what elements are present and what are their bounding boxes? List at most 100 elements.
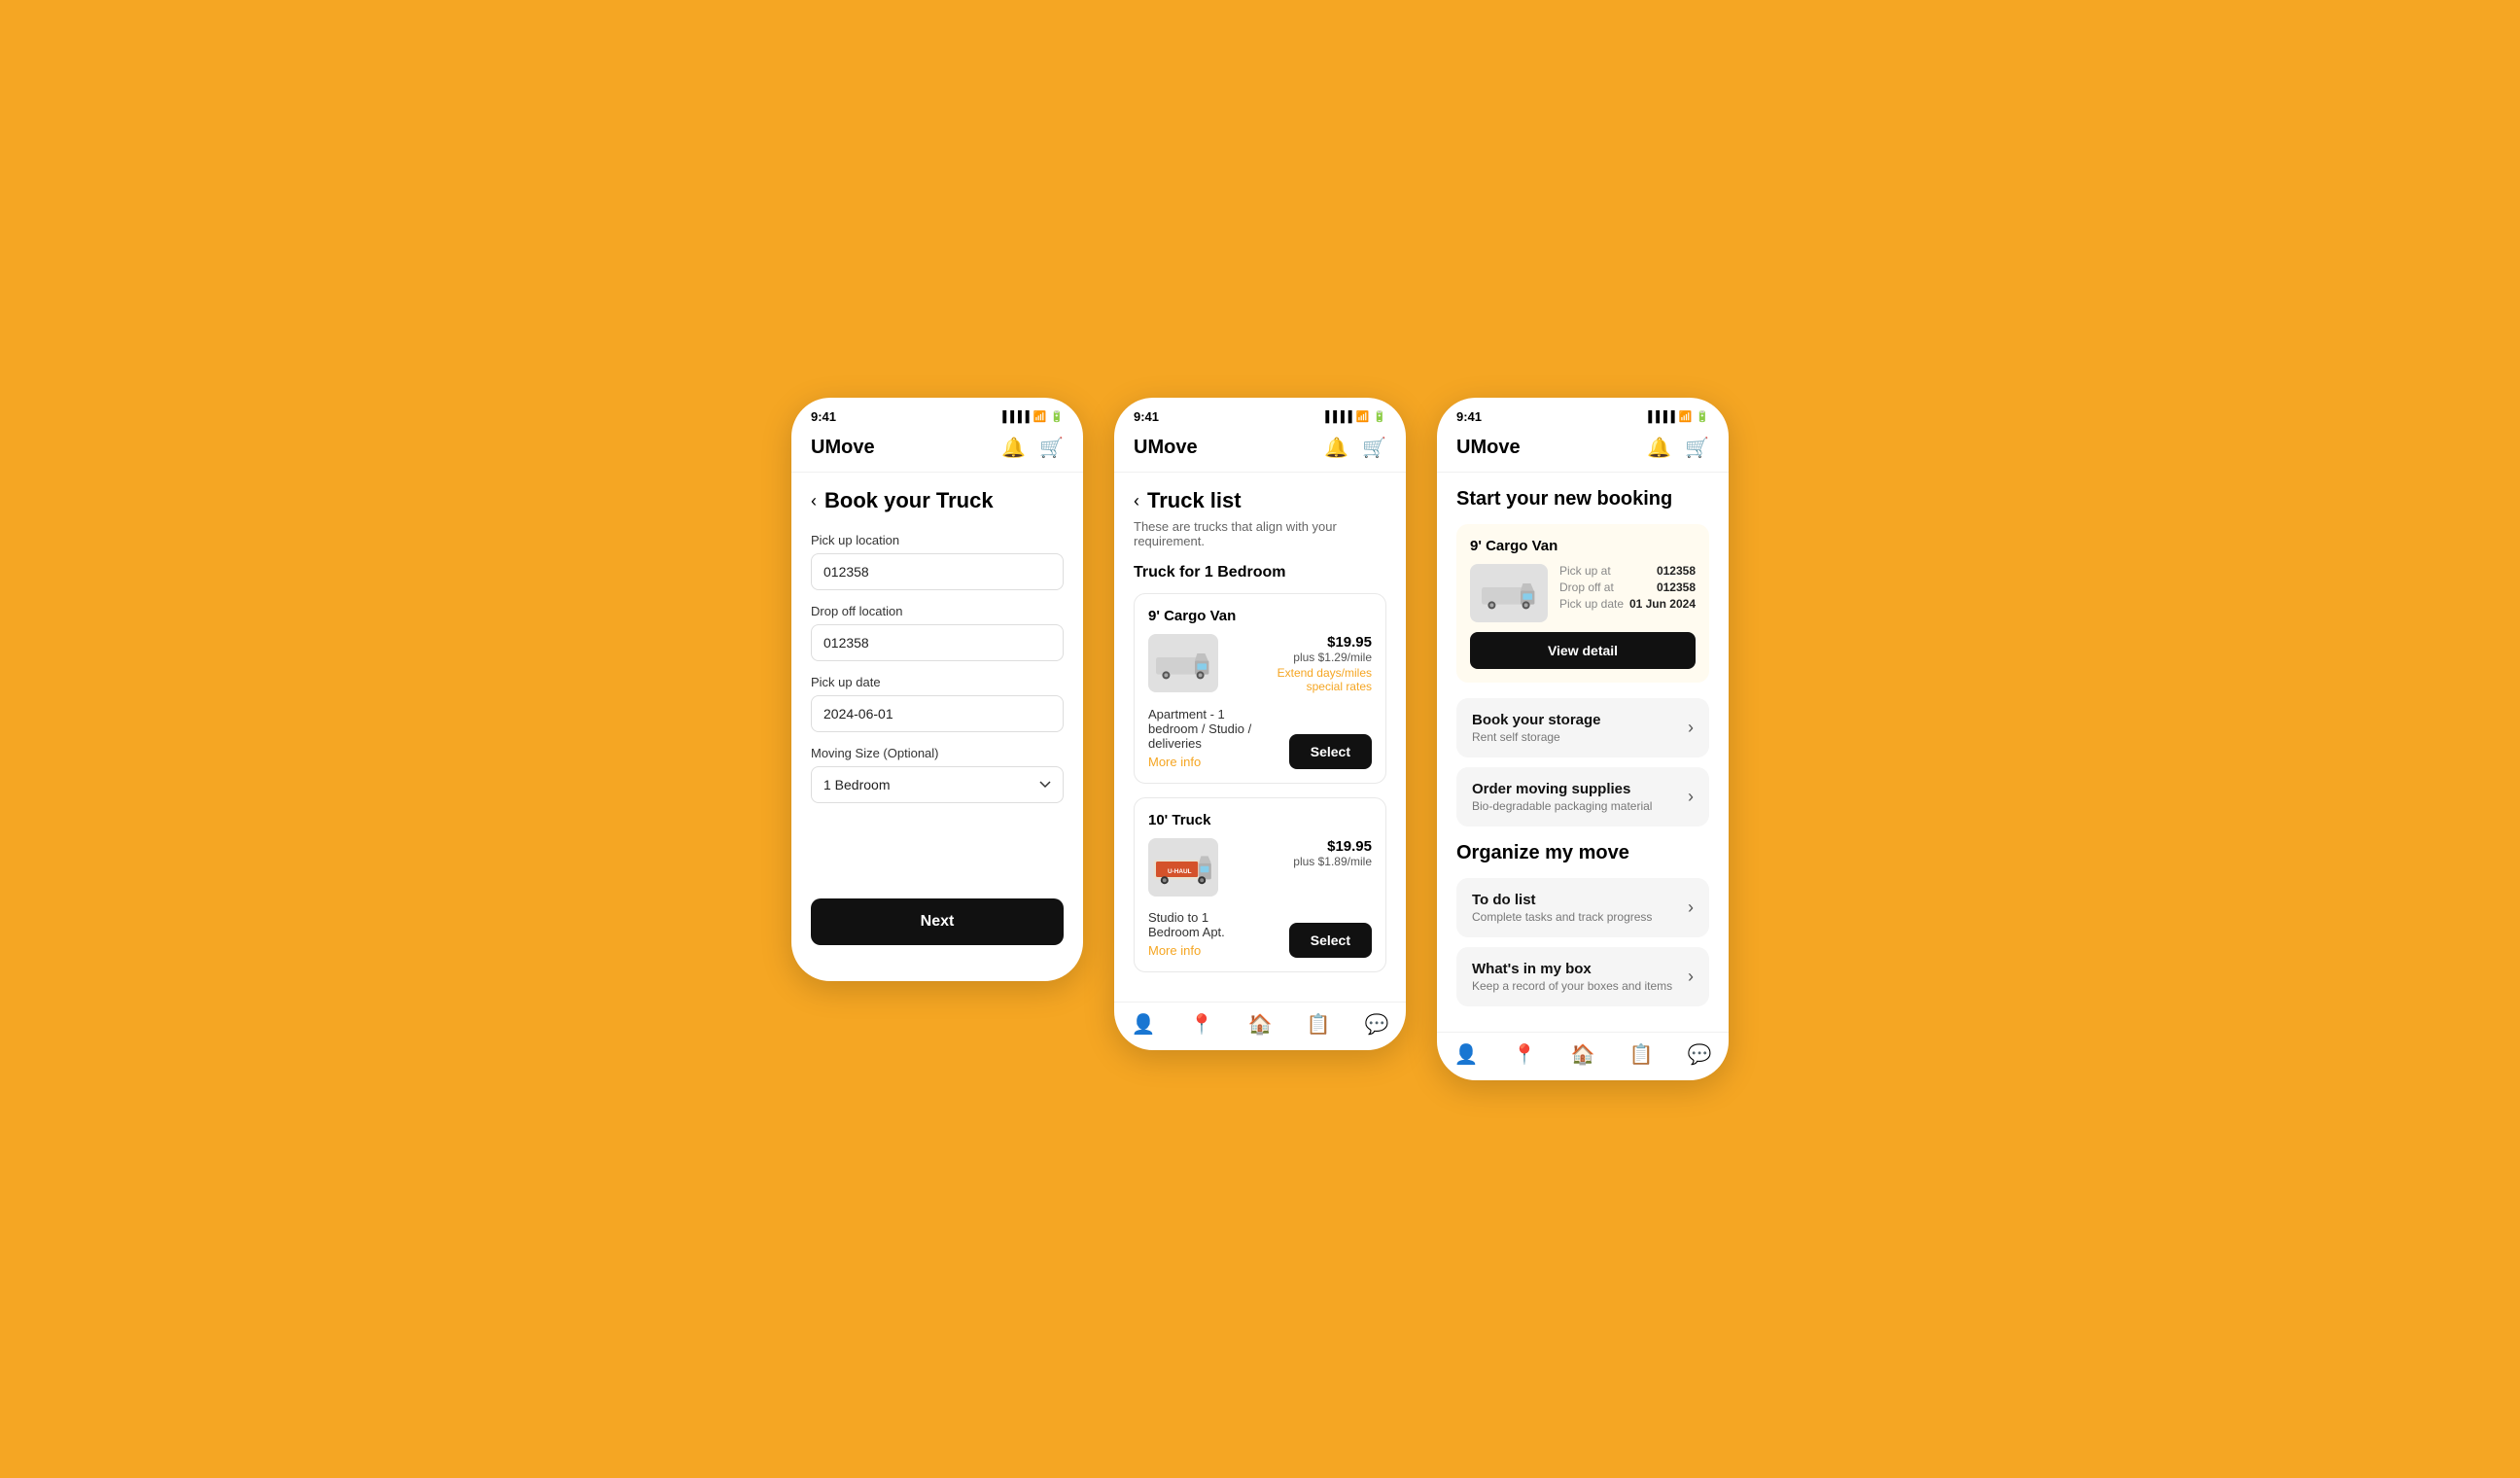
bottom-nav-location-3[interactable]: 📍 — [1513, 1042, 1537, 1067]
battery-icon-3: 🔋 — [1696, 410, 1709, 423]
truck-price-sub-1: plus $1.89/mile — [1293, 855, 1372, 868]
time-1: 9:41 — [811, 409, 836, 424]
menu-item-storage-sub: Rent self storage — [1472, 730, 1601, 744]
menu-item-todo-title: To do list — [1472, 892, 1652, 908]
menu-item-todo-sub: Complete tasks and track progress — [1472, 910, 1652, 924]
app-name-2: UMove — [1134, 437, 1198, 459]
phone2-content: ‹ Truck list These are trucks that align… — [1114, 473, 1406, 1002]
back-arrow-2[interactable]: ‹ — [1134, 491, 1139, 511]
bottom-nav-home-3[interactable]: 🏠 — [1571, 1042, 1595, 1067]
cart-icon-2[interactable]: 🛒 — [1362, 436, 1386, 460]
menu-item-box[interactable]: What's in my box Keep a record of your b… — [1456, 947, 1709, 1006]
back-arrow-1[interactable]: ‹ — [811, 491, 817, 511]
bell-icon-1[interactable]: 🔔 — [1001, 436, 1026, 460]
more-info-0[interactable]: More info — [1148, 755, 1251, 769]
bell-icon-2[interactable]: 🔔 — [1324, 436, 1348, 460]
bottom-nav-chat-3[interactable]: 💬 — [1688, 1042, 1712, 1067]
booking-truck-svg — [1478, 570, 1540, 616]
moving-size-group: Moving Size (Optional) 1 Bedroom Studio … — [811, 746, 1064, 803]
truck-price-extend-0: Extend days/milesspecial rates — [1278, 666, 1372, 693]
menu-item-box-left: What's in my box Keep a record of your b… — [1472, 961, 1672, 993]
truck-desc-block-1: Studio to 1Bedroom Apt. More info — [1148, 904, 1225, 958]
price-row-0: $19.95 plus $1.29/mile Extend days/miles… — [1230, 634, 1372, 693]
page-header-1: ‹ Book your Truck — [811, 488, 1064, 513]
trucks-section-title: Truck for 1 Bedroom — [1134, 564, 1386, 581]
menu-item-storage-left: Book your storage Rent self storage — [1472, 712, 1601, 744]
pickup-location-group: Pick up location — [811, 533, 1064, 590]
truck-card-1: 10' Truck U-HAUL — [1134, 797, 1386, 972]
section2-title: Organize my move — [1456, 842, 1709, 864]
truck-desc-0: Apartment - 1bedroom / Studio /deliverie… — [1148, 707, 1251, 751]
phone-1: 9:41 ▐▐▐▐ 📶 🔋 UMove 🔔 🛒 ‹ Book your Truc… — [791, 398, 1083, 981]
battery-icon: 🔋 — [1050, 410, 1064, 423]
bottom-nav-profile-3[interactable]: 👤 — [1454, 1042, 1479, 1067]
time-3: 9:41 — [1456, 409, 1482, 424]
booking-card-body: Pick up at 012358 Drop off at 012358 Pic… — [1470, 564, 1696, 622]
bottom-nav-tasks-3[interactable]: 📋 — [1629, 1042, 1654, 1067]
truck-price-main-1: $19.95 — [1327, 838, 1372, 855]
bottom-nav-chat-2[interactable]: 💬 — [1365, 1012, 1389, 1037]
truck-svg-1: U-HAUL — [1152, 844, 1214, 891]
menu-item-storage-title: Book your storage — [1472, 712, 1601, 728]
dropoff-at-row: Drop off at 012358 — [1559, 581, 1696, 594]
status-icons-3: ▐▐▐▐ 📶 🔋 — [1644, 410, 1709, 423]
moving-size-select[interactable]: 1 Bedroom Studio 2 Bedroom 3 Bedroom — [811, 766, 1064, 803]
truck-list-header: ‹ Truck list — [1134, 488, 1386, 513]
menu-item-todo[interactable]: To do list Complete tasks and track prog… — [1456, 878, 1709, 937]
status-bar-3: 9:41 ▐▐▐▐ 📶 🔋 — [1437, 398, 1729, 428]
phone1-content: ‹ Book your Truck Pick up location Drop … — [791, 473, 1083, 981]
pickup-date-row: Pick up date 01 Jun 2024 — [1559, 597, 1696, 611]
truck-image-0 — [1148, 634, 1218, 692]
cart-icon-1[interactable]: 🛒 — [1039, 436, 1064, 460]
wifi-icon: 📶 — [1033, 410, 1047, 423]
price-row-1: $19.95 plus $1.89/mile — [1230, 838, 1372, 868]
menu-item-box-title: What's in my box — [1472, 961, 1672, 977]
dropoff-location-label: Drop off location — [811, 604, 1064, 618]
phone3-content: Start your new booking 9' Cargo Van — [1437, 473, 1729, 1032]
menu-item-supplies[interactable]: Order moving supplies Bio-degradable pac… — [1456, 767, 1709, 827]
bell-icon-3[interactable]: 🔔 — [1647, 436, 1671, 460]
more-info-1[interactable]: More info — [1148, 943, 1225, 958]
chevron-right-todo: › — [1688, 897, 1694, 918]
truck-card-footer-0: Apartment - 1bedroom / Studio /deliverie… — [1148, 701, 1372, 769]
menu-item-supplies-title: Order moving supplies — [1472, 781, 1652, 797]
truck-name-0: 9' Cargo Van — [1148, 608, 1372, 624]
pickup-date-value-3: 01 Jun 2024 — [1629, 597, 1696, 611]
pickup-date-group: Pick up date — [811, 675, 1064, 732]
chevron-right-supplies: › — [1688, 787, 1694, 807]
pickup-date-input[interactable] — [811, 695, 1064, 732]
wifi-icon-2: 📶 — [1356, 410, 1370, 423]
menu-item-storage[interactable]: Book your storage Rent self storage › — [1456, 698, 1709, 757]
signal-icon-3: ▐▐▐▐ — [1644, 411, 1674, 423]
pickup-date-label-3: Pick up date — [1559, 597, 1624, 611]
bottom-nav-location-2[interactable]: 📍 — [1190, 1012, 1214, 1037]
dropoff-at-value: 012358 — [1657, 581, 1696, 594]
dropoff-location-group: Drop off location — [811, 604, 1064, 661]
cart-icon-3[interactable]: 🛒 — [1685, 436, 1709, 460]
pickup-location-label: Pick up location — [811, 533, 1064, 547]
dropoff-location-input[interactable] — [811, 624, 1064, 661]
bottom-nav-tasks-2[interactable]: 📋 — [1307, 1012, 1331, 1037]
pickup-date-label: Pick up date — [811, 675, 1064, 689]
next-button[interactable]: Next — [811, 898, 1064, 945]
nav-icons-3: 🔔 🛒 — [1647, 436, 1709, 460]
bottom-nav-2: 👤 📍 🏠 📋 💬 — [1114, 1002, 1406, 1050]
truck-card-footer-1: Studio to 1Bedroom Apt. More info Select — [1148, 904, 1372, 958]
nav-bar-3: UMove 🔔 🛒 — [1437, 428, 1729, 473]
wifi-icon-3: 📶 — [1679, 410, 1693, 423]
menu-item-todo-left: To do list Complete tasks and track prog… — [1472, 892, 1652, 924]
pickup-location-input[interactable] — [811, 553, 1064, 590]
select-button-1[interactable]: Select — [1289, 923, 1372, 958]
bottom-nav-home-2[interactable]: 🏠 — [1248, 1012, 1273, 1037]
nav-icons-1: 🔔 🛒 — [1001, 436, 1064, 460]
select-button-0[interactable]: Select — [1289, 734, 1372, 769]
dropoff-at-label: Drop off at — [1559, 581, 1614, 594]
bottom-nav-profile-2[interactable]: 👤 — [1132, 1012, 1156, 1037]
booking-card: 9' Cargo Van — [1456, 524, 1709, 683]
phones-container: 9:41 ▐▐▐▐ 📶 🔋 UMove 🔔 🛒 ‹ Book your Truc… — [791, 398, 1729, 1080]
view-detail-button[interactable]: View detail — [1470, 632, 1696, 669]
nav-bar-2: UMove 🔔 🛒 — [1114, 428, 1406, 473]
truck-card-body-0: $19.95 plus $1.29/mile Extend days/miles… — [1148, 634, 1372, 693]
truck-svg-0 — [1152, 640, 1214, 686]
moving-size-label: Moving Size (Optional) — [811, 746, 1064, 760]
